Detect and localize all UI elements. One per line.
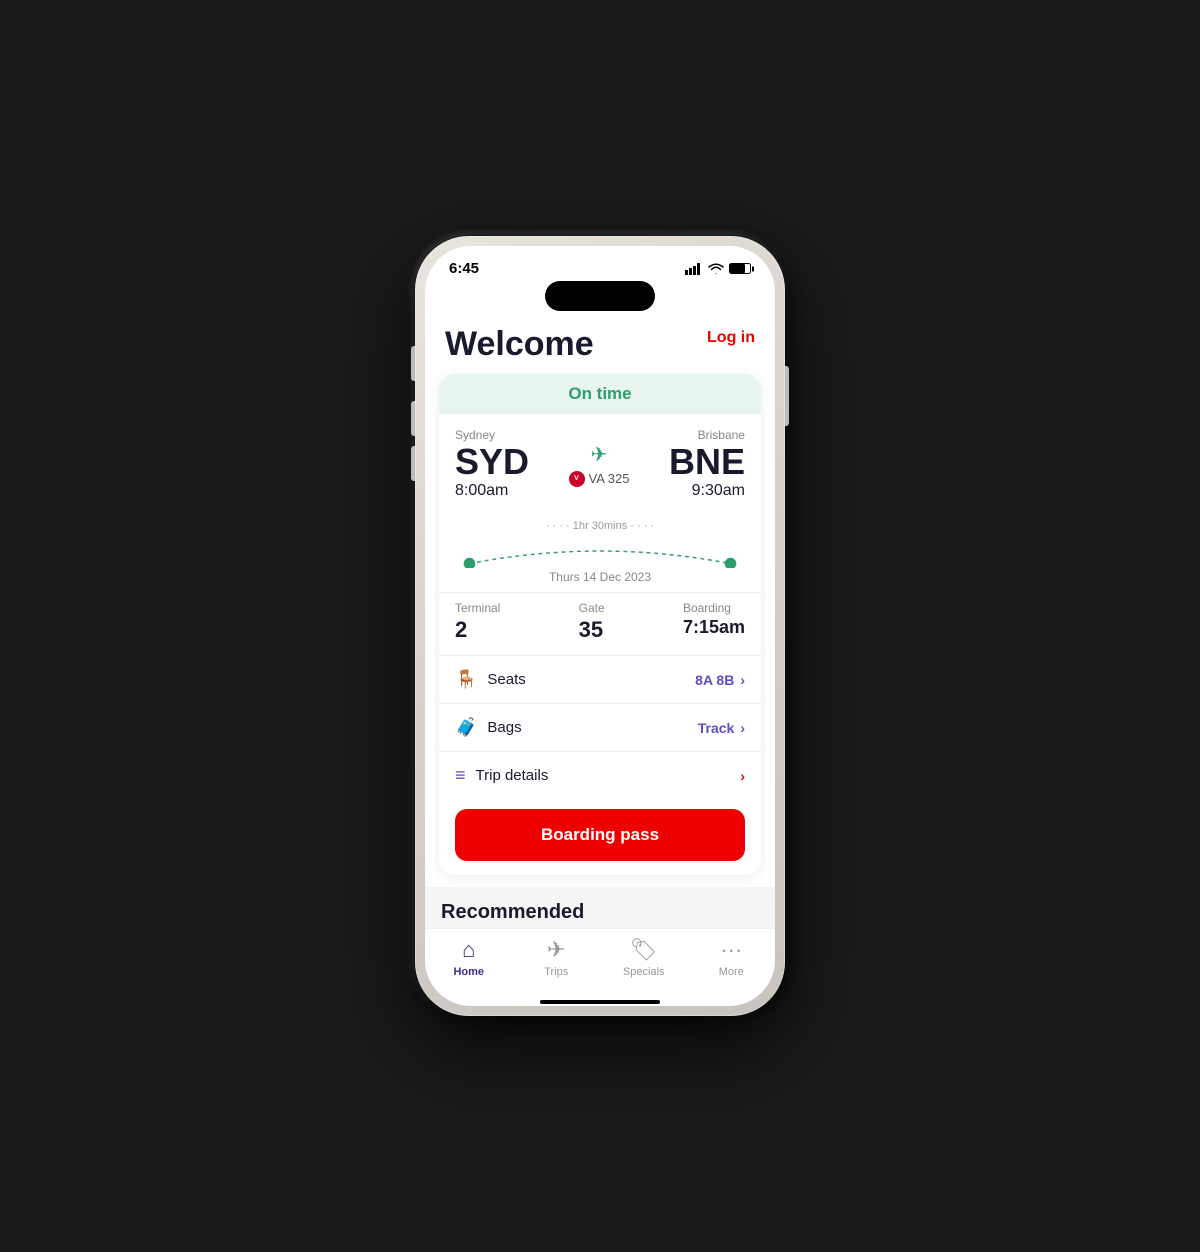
nav-more-label: More [719, 966, 744, 978]
seats-left: 🪑 Seats [455, 669, 526, 690]
flight-number: VA 325 [589, 471, 630, 486]
departure-time: 8:00am [455, 482, 529, 500]
phone-inner: 6:45 [425, 246, 775, 1006]
origin-code: SYD [455, 444, 529, 480]
phone-frame: 6:45 [415, 236, 785, 1016]
flight-card: On time Sydney SYD 8:00am [439, 374, 761, 875]
gate-block: Gate 35 [579, 601, 605, 643]
arc-container [455, 536, 745, 568]
trip-details-left: ≡ Trip details [455, 765, 548, 786]
home-indicator [540, 1000, 660, 1004]
nav-specials-label: Specials [623, 966, 665, 978]
flight-route: Sydney SYD 8:00am ✈ V VA 325 [455, 428, 745, 500]
arrival-time: 9:30am [669, 482, 745, 500]
bags-chevron-icon: › [740, 720, 745, 736]
trips-icon: ✈ [547, 937, 565, 963]
bottom-nav: ⌂ Home ✈ Trips 🏷 Specials ··· More [425, 928, 775, 996]
gate-label: Gate [579, 601, 605, 615]
bags-track-value: Track [698, 720, 735, 736]
trip-details-label: Trip details [476, 767, 549, 784]
bags-label: Bags [487, 719, 521, 736]
nav-trips-label: Trips [544, 966, 568, 978]
duration-label: · · · · 1hr 30mins · · · · [455, 520, 745, 532]
bags-right: Track › [698, 720, 745, 736]
terminal-label: Terminal [455, 601, 500, 615]
recommended-title: Recommended [441, 901, 759, 924]
seats-right: 8A 8B › [695, 672, 745, 688]
boarding-value: 7:15am [683, 617, 745, 638]
specials-nav-icon: 🏷 [630, 937, 658, 963]
nav-more[interactable]: ··· More [688, 937, 776, 978]
boarding-block: Boarding 7:15am [683, 601, 745, 643]
flight-middle: ✈ V VA 325 [569, 442, 630, 487]
bags-row[interactable]: 🧳 Bags Track › [439, 703, 761, 751]
nav-specials[interactable]: 🏷 Specials [600, 937, 688, 978]
duration-text: 1hr 30mins [573, 520, 627, 532]
flight-number-row: V VA 325 [569, 471, 630, 487]
plane-icon: ✈ [591, 442, 608, 467]
seat-icon: 🪑 [455, 669, 477, 690]
destination-city: Brisbane [669, 428, 745, 442]
flight-route-info: Sydney SYD 8:00am ✈ V VA 325 [439, 414, 761, 516]
status-bar: 6:45 [425, 246, 775, 281]
flight-arc: · · · · 1hr 30mins · · · · Thurs 14 Dec … [439, 516, 761, 592]
more-icon: ··· [720, 937, 742, 963]
seats-row[interactable]: 🪑 Seats 8A 8B › [439, 655, 761, 703]
seats-label: Seats [487, 671, 525, 688]
terminal-value: 2 [455, 617, 500, 643]
destination-code: BNE [669, 444, 745, 480]
nav-trips[interactable]: ✈ Trips [513, 937, 601, 978]
trip-details-chevron-icon: › [740, 768, 745, 784]
seats-chevron-icon: › [740, 672, 745, 688]
screen: 6:45 [425, 246, 775, 1006]
wifi-icon [708, 263, 724, 275]
boarding-label: Boarding [683, 601, 745, 615]
home-icon: ⌂ [462, 937, 475, 963]
signal-icon [685, 263, 703, 275]
nav-home-label: Home [453, 966, 484, 978]
gate-value: 35 [579, 617, 605, 643]
bag-icon: 🧳 [455, 717, 477, 738]
flight-details-row: Terminal 2 Gate 35 Boarding 7:15am [439, 592, 761, 655]
recommended-section: Recommended ✦ Trending ✦ Specials [425, 887, 775, 928]
boarding-pass-button[interactable]: Boarding pass [455, 809, 745, 861]
login-button[interactable]: Log in [707, 325, 755, 351]
nav-home[interactable]: ⌂ Home [425, 937, 513, 978]
flight-date: Thurs 14 Dec 2023 [455, 570, 745, 584]
on-time-text: On time [568, 384, 631, 403]
trip-details-right: › [740, 768, 745, 784]
origin-city: Sydney [455, 428, 529, 442]
battery-icon [729, 263, 751, 274]
arc-svg [455, 536, 745, 568]
va-logo: V [569, 471, 585, 487]
seats-value: 8A 8B [695, 672, 734, 688]
header: Welcome Log in [425, 313, 775, 374]
origin-block: Sydney SYD 8:00am [455, 428, 529, 500]
trip-details-row[interactable]: ≡ Trip details › [439, 751, 761, 799]
bags-left: 🧳 Bags [455, 717, 522, 738]
scroll-content[interactable]: Welcome Log in On time Sydney [425, 313, 775, 928]
trip-details-icon: ≡ [455, 765, 466, 786]
dynamic-island [545, 281, 655, 311]
destination-block: Brisbane BNE 9:30am [669, 428, 745, 500]
welcome-title: Welcome [445, 325, 594, 364]
status-time: 6:45 [449, 260, 479, 277]
terminal-block: Terminal 2 [455, 601, 500, 643]
status-icons [685, 263, 751, 275]
on-time-banner: On time [439, 374, 761, 414]
